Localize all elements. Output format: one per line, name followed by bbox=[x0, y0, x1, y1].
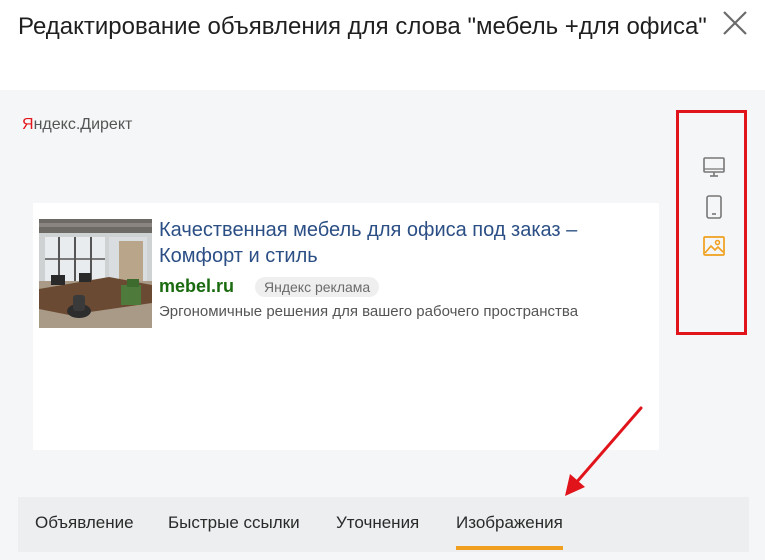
tab-images[interactable]: Изображения bbox=[456, 513, 563, 550]
modal-header: Редактирование объявления для слова "меб… bbox=[0, 0, 765, 90]
modal-title: Редактирование объявления для слова "меб… bbox=[18, 13, 707, 40]
tab-ad[interactable]: Объявление bbox=[35, 513, 134, 533]
yandex-direct-logo: Яндекс.Директ bbox=[22, 116, 133, 133]
close-icon bbox=[723, 11, 747, 35]
ad-preview-card: Качественная мебель для офиса под заказ … bbox=[33, 203, 659, 450]
device-switcher-highlight bbox=[676, 110, 747, 335]
ad-title[interactable]: Качественная мебель для офиса под заказ … bbox=[159, 217, 629, 269]
ad-domain[interactable]: mebel.ru bbox=[159, 276, 234, 297]
mobile-preview-button[interactable] bbox=[702, 195, 726, 219]
tab-clarifications[interactable]: Уточнения bbox=[336, 513, 419, 533]
tabs-bar: Объявление Быстрые ссылки Уточнения Изоб… bbox=[18, 497, 749, 552]
tab-quick-links[interactable]: Быстрые ссылки bbox=[168, 513, 300, 533]
image-icon bbox=[703, 236, 725, 256]
image-preview-button[interactable] bbox=[702, 234, 726, 258]
desktop-icon bbox=[703, 157, 725, 177]
close-button[interactable] bbox=[722, 10, 748, 36]
ad-description: Эргономичные решения для вашего рабочего… bbox=[159, 303, 579, 320]
desktop-preview-button[interactable] bbox=[702, 155, 726, 179]
ad-badge: Яндекс реклама bbox=[255, 277, 380, 297]
ad-image bbox=[39, 219, 152, 328]
mobile-icon bbox=[706, 195, 722, 219]
